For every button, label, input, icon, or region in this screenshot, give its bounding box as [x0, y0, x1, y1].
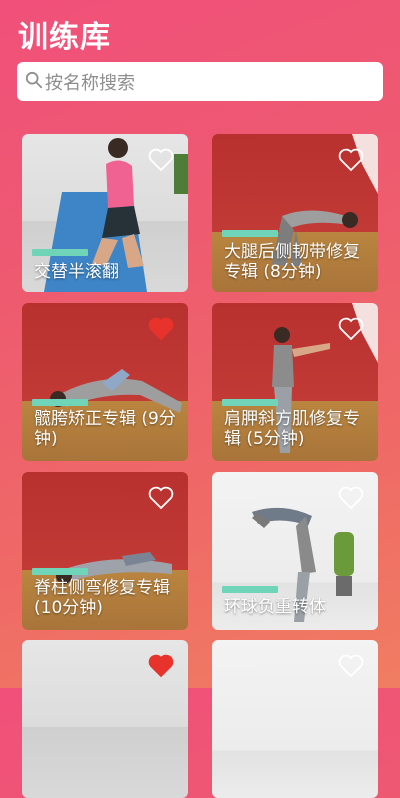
- workout-title: 大腿后侧韧带修复专辑 (8分钟): [224, 242, 360, 282]
- heart-icon[interactable]: [338, 148, 364, 172]
- heart-icon[interactable]: [148, 317, 174, 341]
- heart-icon[interactable]: [148, 654, 174, 678]
- workout-title: 肩胛斜方肌修复专辑 (5分钟): [224, 409, 360, 449]
- progress-bar: [32, 249, 88, 256]
- workout-card[interactable]: 交替半滚翻: [22, 134, 188, 292]
- heart-icon[interactable]: [338, 486, 364, 510]
- workout-card[interactable]: [22, 640, 188, 798]
- workout-title: 交替半滚翻: [34, 262, 119, 282]
- heart-icon[interactable]: [148, 148, 174, 172]
- workout-card[interactable]: 大腿后侧韧带修复专辑 (8分钟): [212, 134, 378, 292]
- workout-card[interactable]: 环球负重转体: [212, 472, 378, 630]
- heart-icon[interactable]: [338, 654, 364, 678]
- workout-title: 髋胯矫正专辑 (9分钟): [34, 409, 176, 449]
- progress-bar: [32, 399, 88, 406]
- workout-card[interactable]: 肩胛斜方肌修复专辑 (5分钟): [212, 303, 378, 461]
- workout-card[interactable]: 髋胯矫正专辑 (9分钟): [22, 303, 188, 461]
- progress-bar: [222, 230, 278, 237]
- workout-card[interactable]: [212, 640, 378, 798]
- workout-title: 脊柱侧弯修复专辑 (10分钟): [34, 578, 170, 618]
- progress-bar: [222, 399, 278, 406]
- workout-card[interactable]: 脊柱侧弯修复专辑 (10分钟): [22, 472, 188, 630]
- workout-grid: 交替半滚翻 大腿后侧韧带修复专辑 (8分钟) 髋胯矫正专辑 (9分钟) 肩胛斜方…: [0, 0, 400, 798]
- heart-icon[interactable]: [148, 486, 174, 510]
- progress-bar: [222, 586, 278, 593]
- heart-icon[interactable]: [338, 317, 364, 341]
- workout-title: 环球负重转体: [224, 597, 326, 617]
- progress-bar: [32, 568, 88, 575]
